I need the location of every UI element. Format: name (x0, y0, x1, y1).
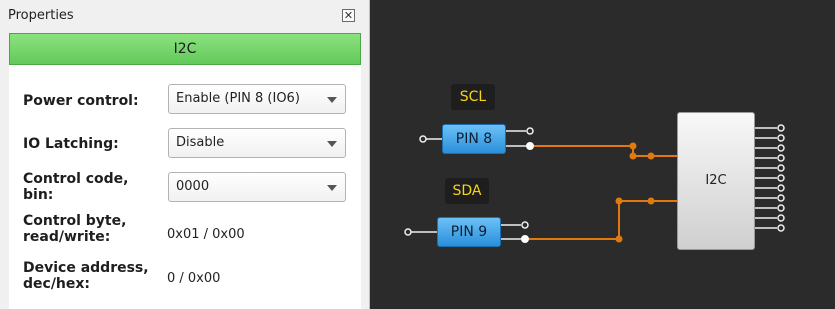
chevron-down-icon (327, 141, 337, 147)
chevron-down-icon (327, 185, 337, 191)
control-byte-label: Control byte, read/write: (23, 213, 127, 245)
properties-panel: Properties ✕ I2C Power control: Enable (… (0, 0, 370, 309)
power-control-value: Enable (PIN 8 (IO6) (176, 91, 300, 106)
block-header: I2C (9, 33, 361, 65)
panel-title: Properties (8, 8, 74, 23)
chevron-down-icon (327, 97, 337, 103)
pin-9-block[interactable]: PIN 9 (437, 217, 501, 247)
control-code-label: Control code, bin: (23, 171, 129, 203)
i2c-block[interactable]: I2C (677, 112, 755, 250)
scl-label: SCL (451, 84, 495, 110)
close-icon[interactable]: ✕ (342, 9, 355, 22)
io-latching-value: Disable (176, 135, 225, 150)
power-control-select[interactable]: Enable (PIN 8 (IO6) (168, 84, 346, 114)
pin-8-block[interactable]: PIN 8 (442, 124, 506, 154)
io-latching-label: IO Latching: (23, 136, 119, 152)
control-code-value: 0000 (176, 179, 210, 194)
property-list: Power control: Enable (PIN 8 (IO6) IO La… (9, 65, 361, 309)
wire-layer (404, 124, 785, 243)
io-latching-select[interactable]: Disable (168, 128, 346, 158)
power-control-label: Power control: (23, 93, 139, 109)
sda-label: SDA (445, 178, 489, 204)
device-address-value: 0 / 0x00 (167, 271, 221, 286)
design-canvas[interactable]: SCL PIN 8 SDA PIN 9 I2C (371, 0, 835, 309)
control-code-select[interactable]: 0000 (168, 172, 346, 202)
device-address-label: Device address, dec/hex: (23, 260, 149, 292)
control-byte-value: 0x01 / 0x00 (167, 227, 245, 242)
